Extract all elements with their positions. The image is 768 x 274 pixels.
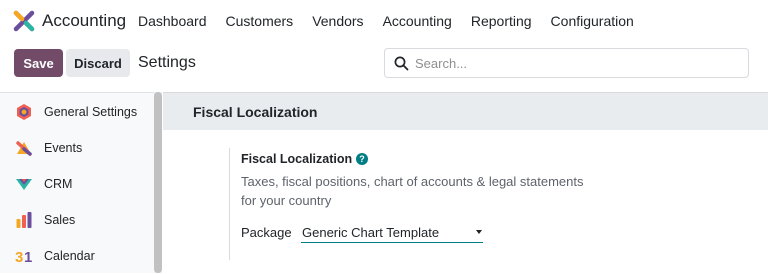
section-heading: Fiscal Localization — [193, 104, 318, 120]
svg-text:1: 1 — [24, 249, 32, 265]
sidebar-item-label: Sales — [44, 213, 76, 227]
menu-item-reporting[interactable]: Reporting — [471, 13, 532, 29]
setting-description: Taxes, fiscal positions, chart of accoun… — [241, 174, 584, 208]
save-button[interactable]: Save — [14, 49, 63, 77]
sales-icon — [16, 212, 32, 228]
calendar-icon: 3 1 — [15, 249, 32, 265]
menu-item-configuration[interactable]: Configuration — [551, 13, 634, 29]
general-settings-icon — [17, 104, 31, 120]
setting-title: Fiscal Localization — [241, 152, 353, 166]
sidebar-item-label: Events — [44, 141, 83, 155]
sidebar-item-sales[interactable]: Sales — [0, 202, 152, 238]
search-input[interactable] — [415, 54, 735, 72]
discard-button[interactable]: Discard — [66, 49, 130, 77]
menu-item-accounting[interactable]: Accounting — [383, 13, 452, 29]
scrollbar-thumb[interactable] — [154, 92, 162, 273]
chevron-down-icon — [476, 230, 482, 234]
menu-item-vendors[interactable]: Vendors — [312, 13, 363, 29]
sidebar-item-crm[interactable]: CRM — [0, 166, 152, 202]
package-select[interactable]: Generic Chart Template — [301, 221, 483, 243]
package-select-value: Generic Chart Template — [302, 225, 440, 240]
page-title: Settings — [138, 54, 196, 71]
settings-content: Fiscal Localization Fiscal Localization … — [163, 92, 768, 273]
events-icon — [16, 141, 32, 156]
top-navbar: Accounting Dashboard Customers Vendors A… — [0, 0, 768, 42]
sidebar-item-label: Calendar — [44, 249, 95, 263]
sidebar-item-general-settings[interactable]: General Settings — [0, 94, 152, 130]
settings-sidebar: General Settings Events CRM Sales 3 1 Ca… — [0, 92, 162, 273]
section-header: Fiscal Localization — [163, 92, 768, 130]
sidebar-scrollbar[interactable] — [154, 92, 162, 273]
main-menu: Dashboard Customers Vendors Accounting R… — [138, 13, 653, 29]
menu-item-dashboard[interactable]: Dashboard — [138, 13, 207, 29]
package-label: Package — [241, 225, 292, 240]
menu-item-customers[interactable]: Customers — [226, 13, 294, 29]
sidebar-item-calendar[interactable]: 3 1 Calendar — [0, 238, 152, 274]
crm-icon — [16, 179, 32, 190]
fiscal-localization-setting: Fiscal Localization ? Taxes, fiscal posi… — [229, 148, 609, 260]
search-box[interactable] — [384, 48, 749, 78]
control-panel: Save Discard Settings — [0, 44, 768, 84]
app-name[interactable]: Accounting — [42, 11, 126, 31]
help-icon[interactable]: ? — [356, 153, 368, 165]
sidebar-item-events[interactable]: Events — [0, 130, 152, 166]
sidebar-item-label: CRM — [44, 177, 73, 191]
accounting-logo-icon[interactable] — [13, 10, 35, 32]
svg-text:3: 3 — [15, 249, 23, 265]
sidebar-item-label: General Settings — [44, 105, 138, 119]
search-icon — [394, 56, 409, 71]
